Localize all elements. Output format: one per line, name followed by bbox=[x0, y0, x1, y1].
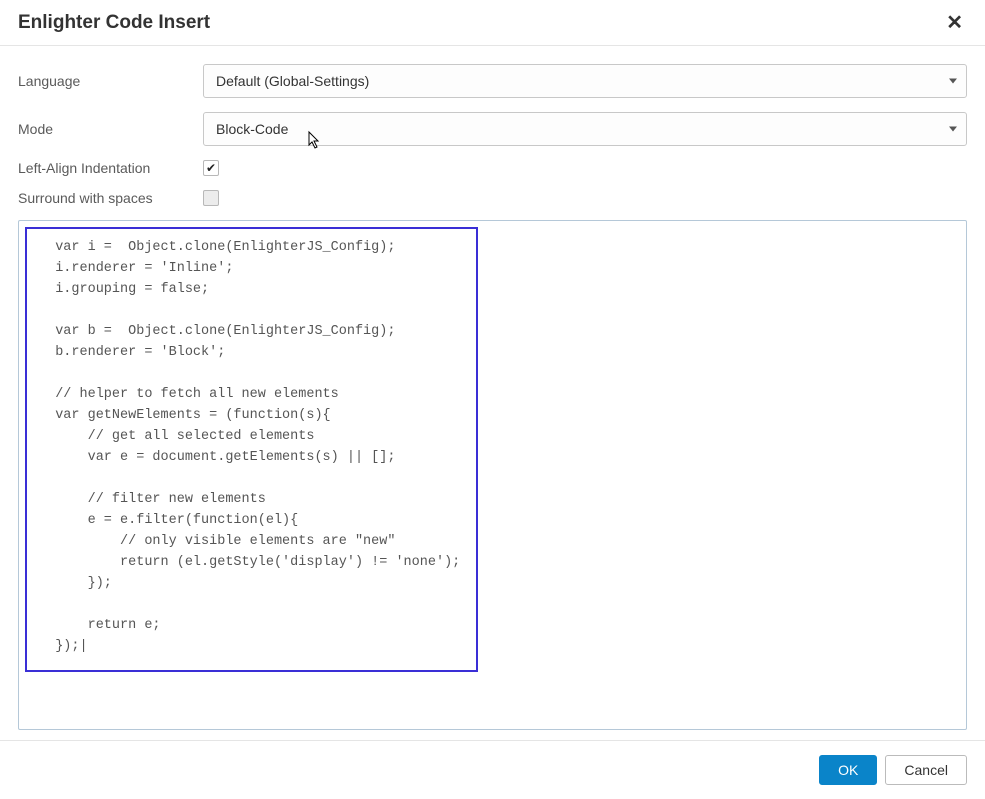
checkbox-surround[interactable] bbox=[203, 190, 219, 206]
label-language: Language bbox=[18, 73, 203, 89]
row-mode: Mode Block-Code bbox=[18, 112, 967, 146]
cancel-button[interactable]: Cancel bbox=[885, 755, 967, 785]
chevron-down-icon bbox=[949, 127, 957, 132]
select-language-value: Default (Global-Settings) bbox=[203, 64, 967, 98]
check-icon: ✔ bbox=[206, 162, 216, 174]
select-language[interactable]: Default (Global-Settings) bbox=[203, 64, 967, 98]
select-mode-value: Block-Code bbox=[203, 112, 967, 146]
dialog-title: Enlighter Code Insert bbox=[18, 12, 210, 34]
label-mode: Mode bbox=[18, 121, 203, 137]
dialog-header: Enlighter Code Insert ✕ bbox=[0, 0, 985, 46]
dialog: Enlighter Code Insert ✕ Language Default… bbox=[0, 0, 985, 799]
code-area[interactable]: var i = Object.clone(EnlighterJS_Config)… bbox=[18, 220, 967, 730]
checkbox-left-align[interactable]: ✔ bbox=[203, 160, 219, 176]
code-editor[interactable]: var i = Object.clone(EnlighterJS_Config)… bbox=[25, 227, 478, 672]
select-mode[interactable]: Block-Code bbox=[203, 112, 967, 146]
row-language: Language Default (Global-Settings) bbox=[18, 64, 967, 98]
row-surround: Surround with spaces bbox=[18, 190, 967, 206]
dialog-footer: OK Cancel bbox=[0, 740, 985, 799]
label-left-align: Left-Align Indentation bbox=[18, 160, 203, 176]
ok-button[interactable]: OK bbox=[819, 755, 877, 785]
row-left-align: Left-Align Indentation ✔ bbox=[18, 160, 967, 176]
chevron-down-icon bbox=[949, 79, 957, 84]
label-surround: Surround with spaces bbox=[18, 190, 203, 206]
dialog-body: Language Default (Global-Settings) Mode … bbox=[0, 46, 985, 740]
close-icon[interactable]: ✕ bbox=[942, 10, 967, 35]
